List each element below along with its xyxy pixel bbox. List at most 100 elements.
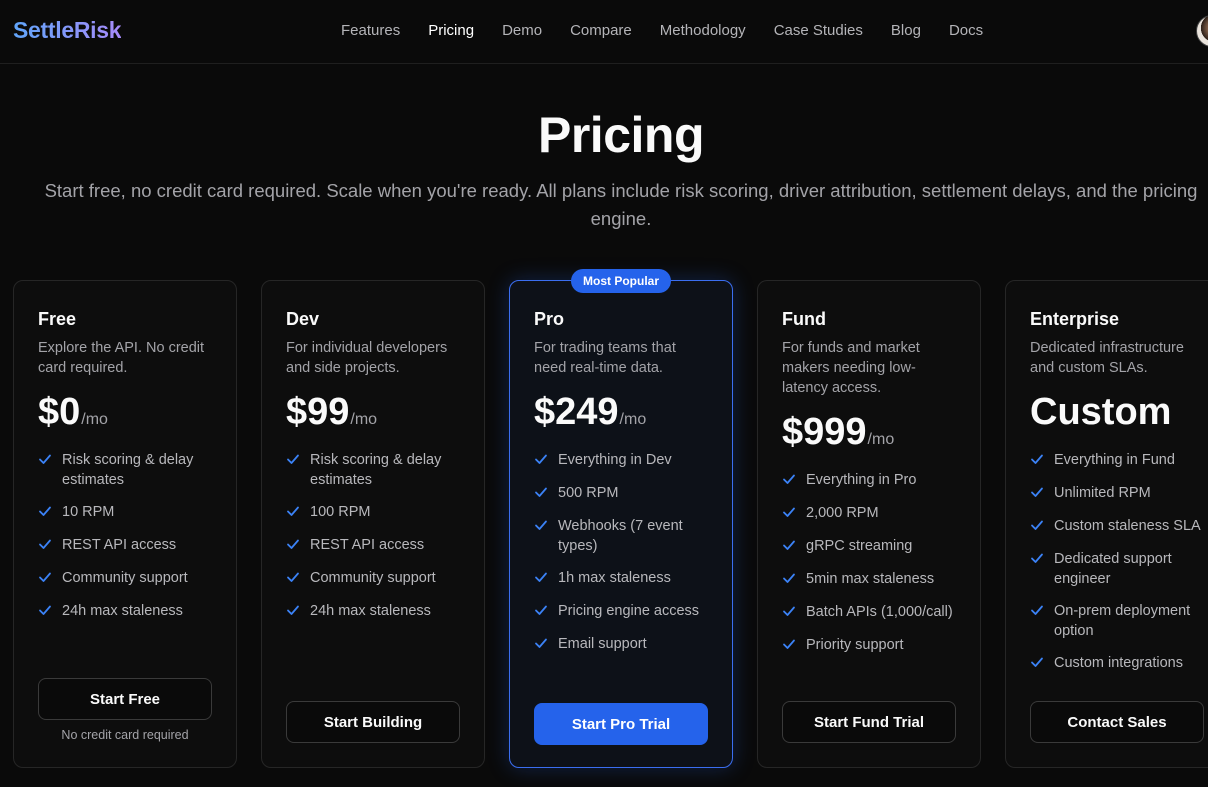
plan-card-fund: Fund For funds and market makers needing … (757, 280, 981, 768)
check-icon (1030, 603, 1046, 622)
feature-text: Pricing engine access (558, 603, 700, 619)
price-row: $0/mo (38, 391, 212, 434)
price-row: $999/mo (782, 411, 956, 454)
feature-item: gRPC streaming (782, 536, 956, 557)
plan-card-pro: Most Popular Pro For trading teams that ne… (509, 269, 733, 768)
nav-link-methodology[interactable]: Methodology (660, 22, 746, 39)
feature-text: Everything in Dev (558, 452, 672, 468)
feature-text: Custom staleness SLA (1054, 518, 1201, 534)
check-icon (1030, 551, 1046, 570)
feature-item: 500 RPM (534, 483, 708, 504)
feature-text: Risk scoring & delay estimates (310, 452, 442, 488)
feature-item: Risk scoring & delay estimates (286, 450, 460, 490)
feature-item: Everything in Pro (782, 470, 956, 491)
plan-description: For individual developers and side proje… (286, 340, 448, 376)
user-avatar[interactable] (1196, 15, 1208, 47)
check-icon (1030, 485, 1046, 504)
feature-text: Community support (62, 570, 188, 586)
feature-item: On-prem deployment option (1030, 601, 1204, 641)
fund-cta-button[interactable]: Start Fund Trial (782, 701, 956, 743)
pro-cta-button[interactable]: Start Pro Trial (534, 703, 708, 745)
feature-item: Community support (38, 568, 212, 589)
plan-name: Dev (286, 309, 320, 329)
feature-text: Everything in Pro (806, 472, 917, 488)
check-icon (38, 504, 54, 523)
page-title: Pricing (538, 107, 704, 163)
check-icon (286, 603, 302, 622)
check-icon (1030, 518, 1046, 537)
top-nav: SettleRisk Features Pricing Demo Compare… (0, 0, 1208, 64)
check-icon (286, 452, 302, 471)
plan-price: $249 (534, 391, 619, 433)
feature-item: Pricing engine access (534, 601, 708, 622)
price-row: Custom (1030, 391, 1204, 434)
feature-item: Priority support (782, 635, 956, 656)
plan-description: For funds and market makers needing low-… (782, 340, 920, 396)
feature-text: Everything in Fund (1054, 452, 1175, 468)
nav-link-blog[interactable]: Blog (891, 22, 921, 39)
check-icon (38, 537, 54, 556)
plan-price: Custom (1030, 391, 1172, 433)
check-icon (534, 603, 550, 622)
feature-text: Batch APIs (1,000/call) (806, 604, 953, 620)
feature-text: Email support (558, 636, 647, 652)
feature-text: REST API access (310, 537, 425, 553)
price-row: $249/mo (534, 391, 708, 434)
check-icon (782, 538, 798, 557)
feature-text: On-prem deployment option (1054, 603, 1191, 639)
feature-item: Batch APIs (1,000/call) (782, 602, 956, 623)
nav-link-case-studies[interactable]: Case Studies (774, 22, 863, 39)
nav-links: Features Pricing Demo Compare Methodolog… (341, 22, 1011, 39)
check-icon (1030, 655, 1046, 674)
price-period: /mo (350, 411, 378, 428)
enterprise-cta-button[interactable]: Contact Sales (1030, 701, 1204, 743)
feature-item: Risk scoring & delay estimates (38, 450, 212, 490)
plan-name: Free (38, 309, 77, 329)
feature-text: 5min max staleness (806, 571, 935, 587)
check-icon (286, 570, 302, 589)
feature-item: 24h max staleness (286, 601, 460, 622)
feature-item: Webhooks (7 event types) (534, 516, 708, 556)
feature-list: Everything in Pro 2,000 RPM gRPC streami… (782, 470, 956, 656)
check-icon (782, 637, 798, 656)
plan-name: Fund (782, 309, 826, 329)
feature-text: 24h max staleness (310, 603, 431, 619)
feature-text: 2,000 RPM (806, 505, 879, 521)
feature-text: Priority support (806, 637, 904, 653)
feature-list: Everything in Dev 500 RPM Webhooks (7 ev… (534, 450, 708, 655)
plan-description: Dedicated infrastructure and custom SLAs… (1030, 340, 1184, 376)
nav-link-features[interactable]: Features (341, 22, 400, 39)
price-period: /mo (867, 431, 895, 448)
logo[interactable]: SettleRisk (13, 17, 122, 44)
feature-list: Risk scoring & delay estimates 100 RPM R… (286, 450, 460, 622)
feature-item: 24h max staleness (38, 601, 212, 622)
feature-item: Custom staleness SLA (1030, 516, 1204, 537)
feature-item: REST API access (286, 535, 460, 556)
check-icon (38, 603, 54, 622)
check-icon (286, 537, 302, 556)
feature-item: 5min max staleness (782, 569, 956, 590)
feature-item: Community support (286, 568, 460, 589)
feature-item: Dedicated support engineer (1030, 549, 1204, 589)
free-cta-button[interactable]: Start Free (38, 678, 212, 720)
nav-link-pricing[interactable]: Pricing (428, 22, 474, 39)
check-icon (782, 505, 798, 524)
nav-link-demo[interactable]: Demo (502, 22, 542, 39)
nav-link-docs[interactable]: Docs (949, 22, 983, 39)
feature-text: Dedicated support engineer (1054, 551, 1172, 587)
feature-item: 1h max staleness (534, 568, 708, 589)
nav-link-compare[interactable]: Compare (570, 22, 632, 39)
feature-text: 500 RPM (558, 485, 619, 501)
plan-note: No credit card required (61, 728, 189, 742)
plan-card-dev: Dev For individual developers and side pr… (261, 280, 485, 768)
feature-text: 10 RPM (62, 504, 115, 520)
feature-text: Community support (310, 570, 436, 586)
plan-card-enterprise: Enterprise Dedicated infrastructure and c… (1005, 280, 1208, 768)
check-icon (534, 518, 550, 537)
dev-cta-button[interactable]: Start Building (286, 701, 460, 743)
plan-price: $0 (38, 391, 81, 433)
price-period: /mo (81, 411, 108, 428)
feature-text: Unlimited RPM (1054, 485, 1151, 501)
plan-description: Explore the API. No credit card required… (38, 340, 205, 376)
feature-item: Unlimited RPM (1030, 483, 1204, 504)
